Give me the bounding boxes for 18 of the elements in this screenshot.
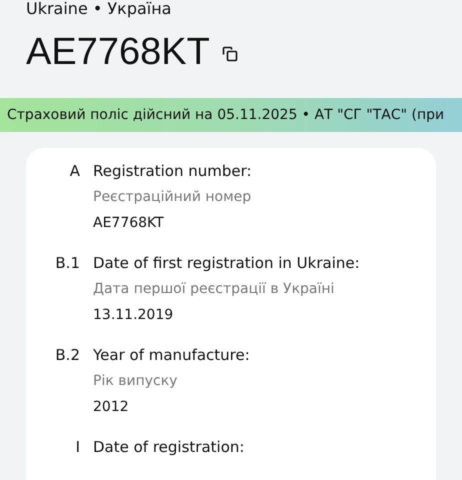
field-label: Registration number:	[93, 161, 252, 182]
field-code: B.1	[54, 253, 81, 274]
plate-number: AE7768KT	[26, 30, 210, 74]
country-label: Ukraine • Україна	[25, 0, 172, 18]
field-label: Year of manufacture:	[93, 345, 250, 366]
field-label: Date of first registration in Ukraine:	[93, 253, 360, 274]
field-label-translation: Дата першої реєстрації в Україні	[93, 280, 336, 299]
field-value: 13.11.2019	[93, 306, 174, 325]
field-code: B.2	[54, 345, 81, 366]
field-label-translation: Рік випуску	[93, 372, 178, 391]
field-code: I	[74, 437, 81, 458]
field-code: A	[68, 161, 81, 182]
field-label-translation: Реєстраційний номер	[93, 188, 252, 207]
field-value: AE7768KT	[93, 214, 165, 233]
insurance-banner: Страховий поліс дійсний на 05.11.2025 • АТ "СГ "ТАС" (при	[0, 98, 462, 132]
copy-icon[interactable]	[222, 46, 238, 62]
field-value: 2012	[93, 398, 130, 417]
field-label: Date of registration:	[93, 437, 244, 458]
